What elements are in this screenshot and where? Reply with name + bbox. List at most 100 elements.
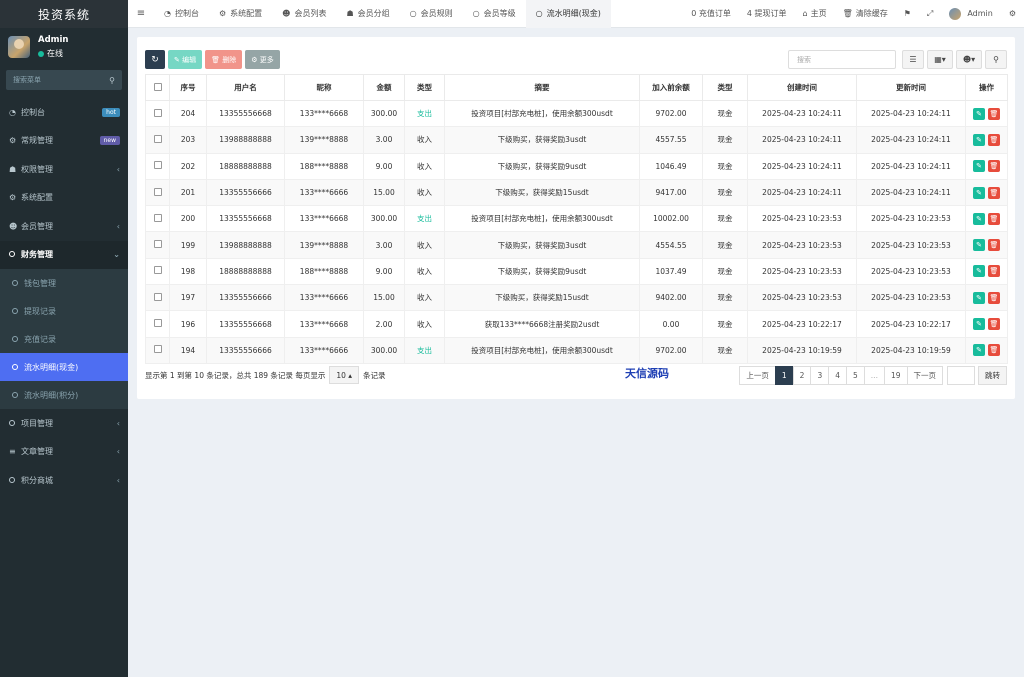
fullscreen-icon[interactable]: ⤢ xyxy=(919,9,941,19)
row-checkbox[interactable] xyxy=(153,292,162,301)
sidebar-subitem-withdraw[interactable]: 提现记录 xyxy=(0,297,128,325)
table-search-input[interactable]: 搜索 xyxy=(788,50,896,69)
header-created[interactable]: 创建时间 xyxy=(747,74,857,101)
tab-system-config[interactable]: ⚙ 系统配置 xyxy=(209,0,272,28)
row-delete-button[interactable]: 🗑 xyxy=(988,212,1000,225)
toggle-view-button[interactable]: ☰ xyxy=(902,50,924,69)
row-checkbox[interactable] xyxy=(153,266,162,275)
row-edit-button[interactable]: ✎ xyxy=(973,133,985,146)
table-row[interactable]: 203 13988888888 139****8888 3.00 收入 下级购买，获得奖励… xyxy=(145,126,1008,154)
more-button[interactable]: ⚙ 更多 xyxy=(245,50,280,69)
row-edit-button[interactable]: ✎ xyxy=(973,291,985,304)
row-checkbox[interactable] xyxy=(153,240,162,249)
page-4-button[interactable]: 4 xyxy=(828,366,848,385)
row-checkbox[interactable] xyxy=(153,213,162,222)
sidebar-item-finance[interactable]: 财务管理 ⌄ xyxy=(0,240,128,269)
page-size-select[interactable]: 10 ▴ xyxy=(329,366,360,384)
sidebar-item-members[interactable]: ☻ 会员管理 ‹ xyxy=(0,212,128,241)
admin-menu[interactable]: Admin xyxy=(941,7,1001,20)
recharge-orders-link[interactable]: 0 充值订单 xyxy=(683,8,739,19)
sidebar-item-points-mall[interactable]: 积分商城 ‹ xyxy=(0,466,128,495)
table-row[interactable]: 199 13988888888 139****8888 3.00 收入 下级购买，获得奖励… xyxy=(145,231,1008,259)
page-19-button[interactable]: 19 xyxy=(883,366,908,385)
page-3-button[interactable]: 3 xyxy=(810,366,830,385)
select-all-checkbox[interactable] xyxy=(153,82,162,91)
clear-cache-link[interactable]: 🗑 清除缓存 xyxy=(835,8,896,19)
row-edit-button[interactable]: ✎ xyxy=(973,160,985,173)
row-checkbox[interactable] xyxy=(153,161,162,170)
row-edit-button[interactable]: ✎ xyxy=(973,265,985,278)
tab-member-rules[interactable]: ○ 会员规则 xyxy=(400,0,463,28)
row-delete-button[interactable]: 🗑 xyxy=(988,291,1000,304)
row-delete-button[interactable]: 🗑 xyxy=(988,186,1000,199)
table-row[interactable]: 204 13355556668 133****6668 300.00 支出 投资项目[村部… xyxy=(145,99,1008,128)
row-checkbox[interactable] xyxy=(153,187,162,196)
page-2-button[interactable]: 2 xyxy=(792,366,812,385)
header-summary[interactable]: 摘要 xyxy=(444,74,640,101)
row-delete-button[interactable]: 🗑 xyxy=(988,239,1000,252)
row-edit-button[interactable]: ✎ xyxy=(973,212,985,225)
header-username[interactable]: 用户名 xyxy=(206,74,285,101)
sidebar-subitem-cash-flow[interactable]: 流水明细(现金) xyxy=(0,353,128,381)
row-delete-button[interactable]: 🗑 xyxy=(988,160,1000,173)
table-row[interactable]: 200 13355556668 133****6668 300.00 支出 投资项目[村部… xyxy=(145,205,1008,233)
header-updated[interactable]: 更新时间 xyxy=(856,74,966,101)
search-icon[interactable]: ⚲ xyxy=(109,76,115,85)
withdraw-orders-link[interactable]: 4 提现订单 xyxy=(739,8,795,19)
row-checkbox[interactable] xyxy=(153,319,162,328)
header-balance-before[interactable]: 加入前余额 xyxy=(639,74,703,101)
row-delete-button[interactable]: 🗑 xyxy=(988,318,1000,331)
table-row[interactable]: 202 18888888888 188****8888 9.00 收入 下级购买，获得奖励… xyxy=(145,152,1008,180)
row-checkbox[interactable] xyxy=(153,108,162,117)
page-5-button[interactable]: 5 xyxy=(846,366,865,385)
row-edit-button[interactable]: ✎ xyxy=(973,186,985,199)
tab-member-levels[interactable]: ○ 会员等级 xyxy=(463,0,526,28)
header-nickname[interactable]: 昵称 xyxy=(284,74,364,101)
sidebar-subitem-recharge[interactable]: 充值记录 xyxy=(0,325,128,353)
search-toggle-button[interactable]: ⚲ xyxy=(985,50,1007,69)
header-type[interactable]: 类型 xyxy=(404,74,445,101)
tab-cash-flow[interactable]: ○ 流水明细(现金) xyxy=(525,0,611,28)
sidebar-item-articles[interactable]: ≡ 文章管理 ‹ xyxy=(0,438,128,467)
header-category[interactable]: 类型 xyxy=(702,74,748,101)
row-checkbox[interactable] xyxy=(153,345,162,354)
prev-page-button[interactable]: 上一页 xyxy=(739,366,776,385)
row-delete-button[interactable]: 🗑 xyxy=(988,265,1000,278)
menu-toggle-icon[interactable]: ≡ xyxy=(128,8,154,19)
tab-member-list[interactable]: ☻ 会员列表 xyxy=(272,0,336,28)
sidebar-item-system-config[interactable]: ⚙ 系统配置 xyxy=(0,184,128,213)
columns-button[interactable]: ▦▾ xyxy=(927,50,953,69)
settings-gears-icon[interactable]: ⚙ xyxy=(1001,9,1024,18)
row-edit-button[interactable]: ✎ xyxy=(973,239,985,252)
table-row[interactable]: 197 13355556666 133****6666 15.00 收入 下级购买，获得奖… xyxy=(145,284,1008,312)
row-edit-button[interactable]: ✎ xyxy=(973,318,985,331)
export-button[interactable]: ☻▾ xyxy=(956,50,982,69)
row-delete-button[interactable]: 🗑 xyxy=(988,133,1000,146)
app-title[interactable]: 投资系统 xyxy=(0,0,128,28)
jump-page-input[interactable] xyxy=(947,366,975,385)
next-page-button[interactable]: 下一页 xyxy=(906,366,943,385)
row-edit-button[interactable]: ✎ xyxy=(973,344,985,357)
delete-button[interactable]: 🗑 删除 xyxy=(205,50,243,69)
sidebar-subitem-points-flow[interactable]: 流水明细(积分) xyxy=(0,381,128,409)
header-amount[interactable]: 金额 xyxy=(363,74,405,101)
refresh-button[interactable]: ↻ xyxy=(145,50,165,69)
sidebar-subitem-wallet[interactable]: 钱包管理 xyxy=(0,269,128,297)
home-link[interactable]: ⌂ 主页 xyxy=(795,8,835,19)
menu-search-input[interactable]: 搜索菜单 ⚲ xyxy=(6,70,122,90)
table-row[interactable]: 198 18888888888 188****8888 9.00 收入 下级购买，获得奖励… xyxy=(145,257,1008,286)
edit-button[interactable]: ✎ 编辑 xyxy=(168,50,203,69)
header-id[interactable]: 序号 xyxy=(169,74,207,101)
sidebar-item-projects[interactable]: 项目管理 ‹ xyxy=(0,409,128,438)
tab-dashboard[interactable]: ◔ 控制台 xyxy=(154,0,209,28)
table-row[interactable]: 194 13355556666 133****6666 300.00 支出 投资项目[村部… xyxy=(145,336,1008,364)
sidebar-item-general[interactable]: ⚙ 常规管理 new xyxy=(0,127,128,156)
table-row[interactable]: 196 13355556668 133****6668 2.00 收入 获取133****… xyxy=(145,310,1008,338)
jump-button[interactable]: 跳转 xyxy=(978,366,1007,385)
row-checkbox[interactable] xyxy=(153,134,162,143)
row-delete-button[interactable]: 🗑 xyxy=(988,344,1000,357)
table-row[interactable]: 201 13355556666 133****6666 15.00 收入 下级购买，获得奖… xyxy=(145,178,1008,207)
sidebar-item-permissions[interactable]: ☗ 权限管理 ‹ xyxy=(0,155,128,184)
page-1-button[interactable]: 1 xyxy=(774,366,794,385)
sidebar-item-dashboard[interactable]: ◔ 控制台 hot xyxy=(0,98,128,127)
